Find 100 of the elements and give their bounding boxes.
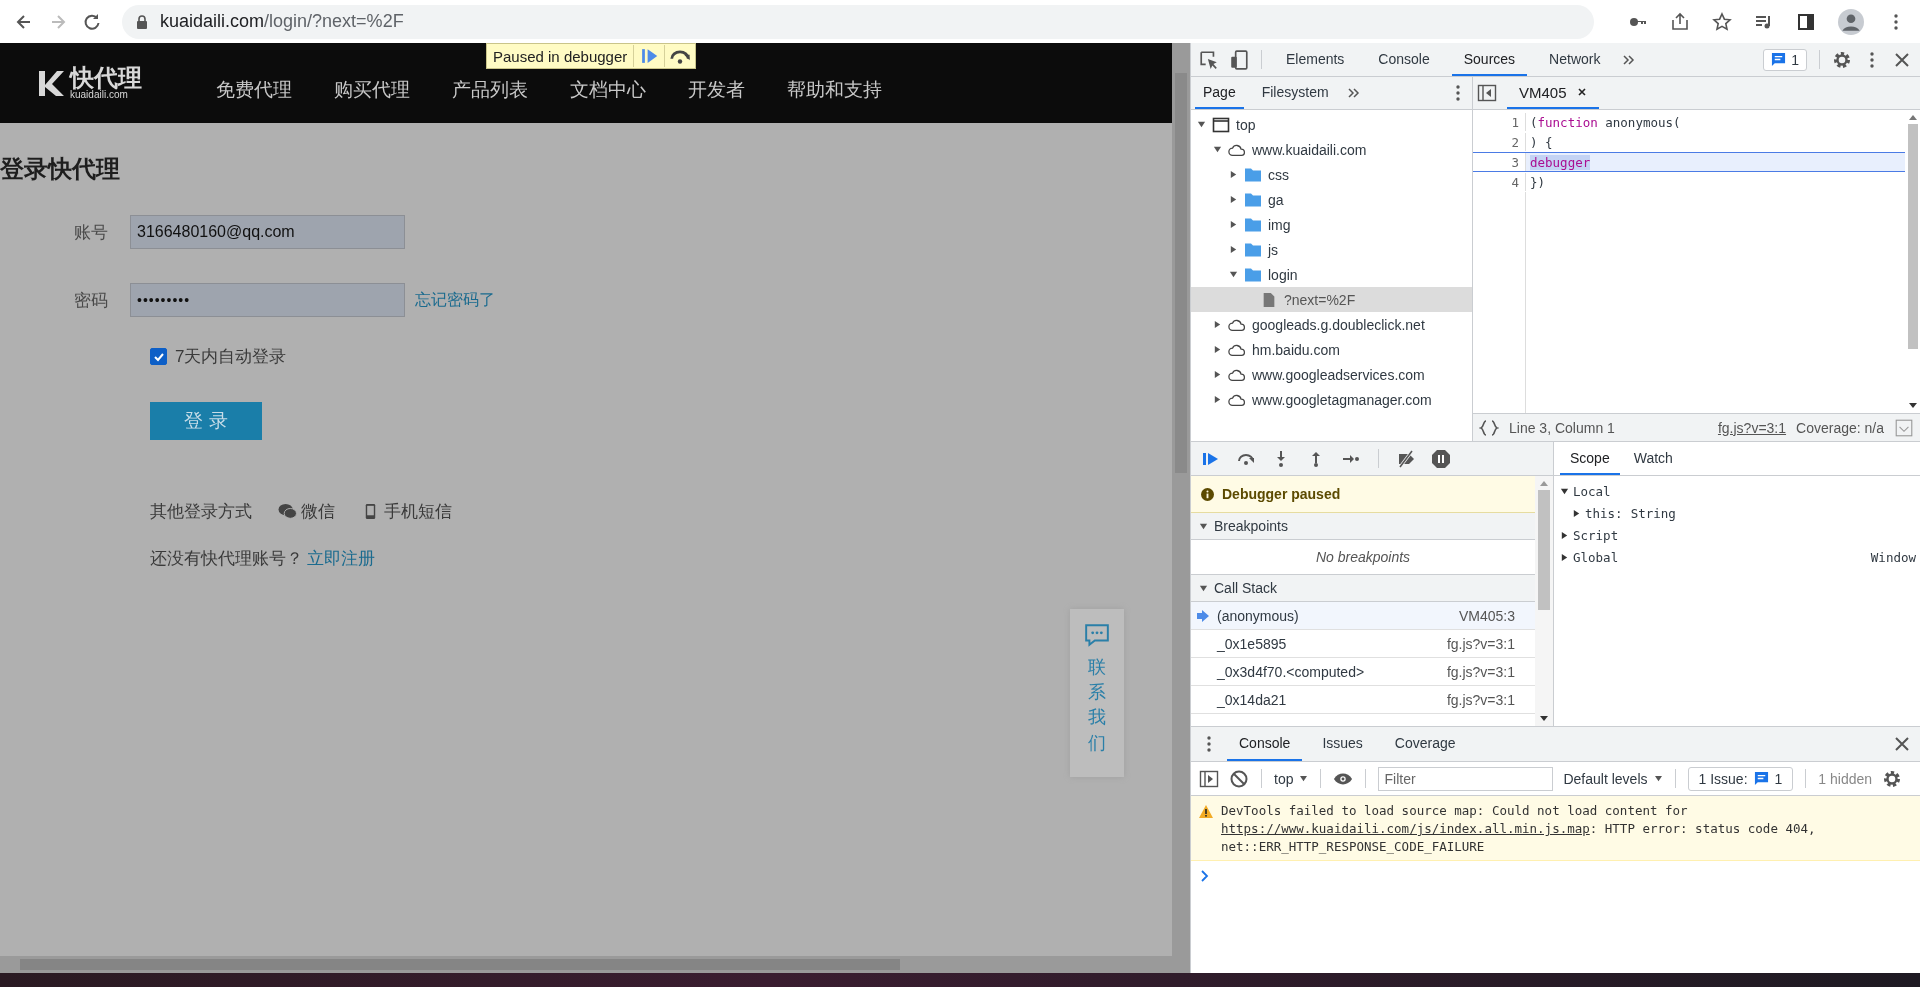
call-frame[interactable]: _0x14da21 fg.js?v=3:1 xyxy=(1191,686,1535,714)
horizontal-scrollbar[interactable] xyxy=(0,956,1190,973)
expand-arrow-icon[interactable] xyxy=(1560,530,1569,540)
source-link[interactable]: fg.js?v=3:1 xyxy=(1717,419,1787,436)
file-tree-item[interactable]: hm.baidu.com xyxy=(1191,337,1472,362)
nav-link[interactable]: 产品列表 xyxy=(452,65,528,101)
file-tree-item[interactable]: www.googletagmanager.com xyxy=(1191,387,1472,412)
file-tree-item[interactable]: img xyxy=(1191,212,1472,237)
sms-login-link[interactable]: 手机短信 xyxy=(361,500,452,523)
folder-icon xyxy=(1244,266,1262,283)
deactivate-breakpoints-icon[interactable] xyxy=(1396,448,1416,469)
file-tree-item[interactable]: login xyxy=(1191,262,1472,287)
collapse-arrow-icon[interactable] xyxy=(1197,120,1206,129)
expand-arrow-icon[interactable] xyxy=(1229,170,1238,179)
account-field[interactable]: 3166480160@qq.com xyxy=(130,215,405,249)
scope-name: Global xyxy=(1573,549,1619,565)
issues-badge[interactable]: 1 xyxy=(1763,48,1807,71)
expand-arrow-icon[interactable] xyxy=(1229,195,1238,204)
expand-arrow-icon[interactable] xyxy=(1213,370,1222,379)
navigator-tab[interactable]: Page xyxy=(1195,77,1244,109)
source-map-link[interactable]: https://www.kuaidaili.com/js/index.all.min.js.map xyxy=(1221,821,1590,836)
remember-checkbox[interactable] xyxy=(150,348,167,365)
drawer-tab[interactable]: Issues xyxy=(1310,727,1375,761)
settings-icon[interactable] xyxy=(1832,49,1852,70)
expand-arrow-icon[interactable] xyxy=(1213,345,1222,354)
nav-link[interactable]: 帮助和支持 xyxy=(787,65,882,101)
expand-arrow-icon[interactable] xyxy=(1213,320,1222,329)
call-frame[interactable]: _0x1e5895 fg.js?v=3:1 xyxy=(1191,630,1535,658)
devtools-tab[interactable]: Network xyxy=(1537,43,1613,76)
address-bar[interactable]: kuaidaili.com/login/?next=%2F xyxy=(122,4,1594,39)
scope-value: String xyxy=(1630,505,1676,521)
context-selector[interactable]: top xyxy=(1274,762,1309,795)
side-panel-icon[interactable] xyxy=(1796,11,1816,32)
issues-button[interactable]: 1 Issue: 1 xyxy=(1687,766,1794,791)
prompt-icon[interactable] xyxy=(1201,870,1209,882)
nav-link[interactable]: 免费代理 xyxy=(216,65,292,101)
scroll-up-icon[interactable] xyxy=(1907,114,1918,120)
file-tree-item[interactable]: www.kuaidaili.com xyxy=(1191,137,1472,162)
share-icon[interactable] xyxy=(1670,11,1690,32)
expand-arrow-icon[interactable] xyxy=(1572,508,1581,518)
warning-icon xyxy=(1199,805,1213,818)
file-tree-item[interactable]: googleads.g.doubleclick.net xyxy=(1191,312,1472,337)
coverage-label: Coverage: n/a xyxy=(1796,419,1884,436)
call-stack-scrollbar[interactable] xyxy=(1535,476,1553,726)
device-icon[interactable] xyxy=(1229,49,1249,70)
field-label: 账号 xyxy=(73,221,108,244)
scroll-down-icon[interactable] xyxy=(1539,716,1549,722)
more-tabs-icon[interactable] xyxy=(1346,86,1361,100)
nav-link[interactable]: 开发者 xyxy=(688,65,745,101)
nav-link[interactable]: 购买代理 xyxy=(334,65,410,101)
settings-icon[interactable] xyxy=(1882,768,1903,789)
scroll-down-icon[interactable] xyxy=(1907,403,1918,409)
nav-link[interactable]: 文档中心 xyxy=(570,65,646,101)
paused-label: Paused in debugger xyxy=(492,47,629,65)
filter-field[interactable]: Filter xyxy=(1378,766,1554,791)
file-tree-item[interactable]: www.googleadservices.com xyxy=(1191,362,1472,387)
sidebar-toggle-icon[interactable] xyxy=(1199,768,1219,789)
inspect-icon[interactable] xyxy=(1199,49,1219,70)
devtools-tab[interactable]: Elements xyxy=(1274,43,1357,76)
levels-dropdown[interactable]: Default levels xyxy=(1563,762,1663,795)
scroll-up-icon[interactable] xyxy=(1539,480,1549,486)
toggle-sidebar-icon[interactable] xyxy=(1477,83,1497,103)
collapse-arrow-icon[interactable] xyxy=(1560,486,1569,496)
other-login-label: 其他登录方式 xyxy=(150,501,252,523)
drawer-tab[interactable]: Console xyxy=(1227,727,1303,761)
file-tree-item[interactable]: top xyxy=(1191,112,1472,137)
cursor-position: Line 3, Column 1 xyxy=(1509,419,1615,436)
close-icon[interactable] xyxy=(1576,87,1587,97)
expand-arrow-icon[interactable] xyxy=(1213,395,1222,404)
more-tabs-icon[interactable] xyxy=(1622,52,1637,67)
call-frame[interactable]: (anonymous) VM405:3 xyxy=(1191,602,1535,630)
collapse-arrow-icon[interactable] xyxy=(1229,270,1238,279)
file-tree-item[interactable]: ga xyxy=(1191,187,1472,212)
collapse-arrow-icon[interactable] xyxy=(1213,145,1222,154)
pause-on-exceptions-icon[interactable] xyxy=(1431,448,1451,469)
file-tree-item[interactable]: ?next=%2F xyxy=(1191,287,1472,312)
call-frame[interactable]: _0x3d4f70.<computed> fg.js?v=3:1 xyxy=(1191,658,1535,686)
editor-tab[interactable]: VM405 xyxy=(1507,77,1599,109)
vertical-scrollbar[interactable] xyxy=(1172,43,1190,956)
devtools-tab[interactable]: Console xyxy=(1366,43,1442,76)
avatar-icon[interactable] xyxy=(1838,8,1864,35)
expand-arrow-icon[interactable] xyxy=(1560,552,1569,562)
drawer-tab[interactable]: Coverage xyxy=(1382,727,1468,761)
navigator-tab[interactable]: Filesystem xyxy=(1253,77,1337,109)
expand-arrow-icon[interactable] xyxy=(1229,245,1238,254)
pretty-print-icon[interactable] xyxy=(1479,417,1499,438)
file-tree-item[interactable]: js xyxy=(1191,237,1472,262)
section-header[interactable]: Breakpoints xyxy=(1191,513,1535,540)
section-arrow-icon[interactable] xyxy=(1199,521,1208,531)
password-field[interactable]: ••••••••• xyxy=(130,283,405,317)
scope-tab[interactable]: Watch xyxy=(1623,442,1683,475)
file-tree-item[interactable]: css xyxy=(1191,162,1472,187)
wechat-login-link[interactable]: 微信 xyxy=(278,500,335,523)
expand-arrow-icon[interactable] xyxy=(1229,220,1238,229)
section-header[interactable]: Call Stack xyxy=(1191,575,1535,602)
star-icon[interactable] xyxy=(1712,11,1732,32)
scope-name: this: xyxy=(1585,505,1623,521)
section-arrow-icon[interactable] xyxy=(1199,583,1208,593)
scope-tab[interactable]: Scope xyxy=(1560,442,1620,475)
clear-console-icon[interactable] xyxy=(1229,768,1249,789)
